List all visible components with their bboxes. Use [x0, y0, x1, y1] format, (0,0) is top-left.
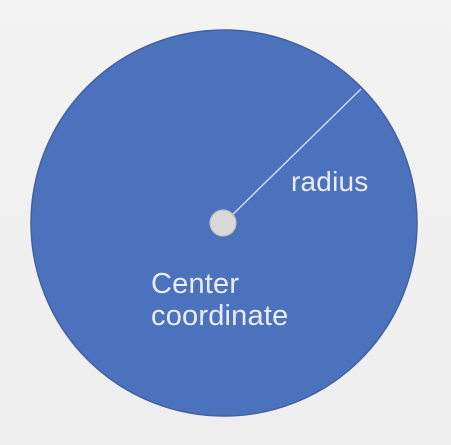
- center-label-line-2: coordinate: [151, 300, 289, 333]
- circle-diagram: [30, 29, 418, 417]
- radius-label: radius: [291, 166, 369, 197]
- center-label-line-1: Center: [151, 268, 240, 300]
- center-coordinate-label: Center coordinate: [151, 268, 288, 333]
- center-point: [209, 209, 237, 237]
- diagram-canvas: radius Center coordinate: [0, 0, 451, 445]
